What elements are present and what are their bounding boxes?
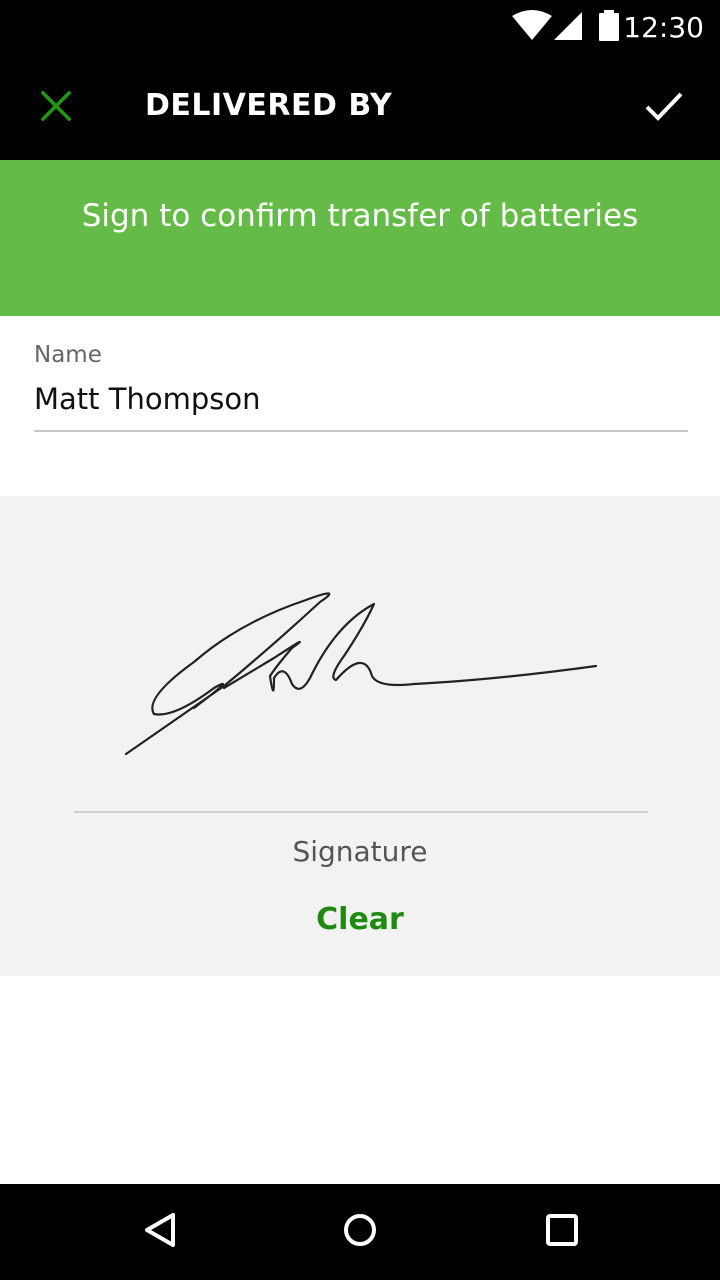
recents-icon: [545, 1213, 579, 1251]
home-button[interactable]: [320, 1202, 400, 1262]
name-input[interactable]: [34, 378, 688, 420]
check-icon: [645, 91, 683, 125]
name-underline: [34, 430, 688, 432]
signature-stroke: [124, 592, 331, 756]
back-button[interactable]: [120, 1202, 200, 1262]
signature-label: Signature: [292, 835, 428, 868]
wifi-icon: [512, 10, 552, 48]
status-bar: 12:30: [0, 0, 720, 56]
battery-icon: [598, 10, 620, 46]
status-time: 12:30: [623, 11, 704, 44]
back-icon: [143, 1212, 177, 1252]
signature-line: [74, 811, 648, 813]
page-title: DELIVERED BY: [145, 88, 393, 123]
confirm-button[interactable]: [628, 78, 700, 138]
instruction-banner: Sign to confirm transfer of batteries: [0, 160, 720, 316]
close-icon: [40, 90, 72, 125]
name-field: Name: [34, 336, 688, 432]
recents-button[interactable]: [522, 1202, 602, 1262]
signature-panel: Signature Clear: [0, 496, 720, 976]
signature-pad[interactable]: [74, 566, 648, 796]
close-button[interactable]: [20, 78, 92, 138]
cell-signal-icon: [554, 10, 584, 46]
banner-text: Sign to confirm transfer of batteries: [81, 198, 639, 234]
system-nav-bar: [0, 1184, 720, 1280]
app-bar: DELIVERED BY: [0, 56, 720, 160]
signature-stroke-2: [222, 602, 598, 692]
clear-button[interactable]: Clear: [290, 896, 430, 946]
home-icon: [342, 1212, 378, 1252]
name-label: Name: [34, 342, 102, 368]
